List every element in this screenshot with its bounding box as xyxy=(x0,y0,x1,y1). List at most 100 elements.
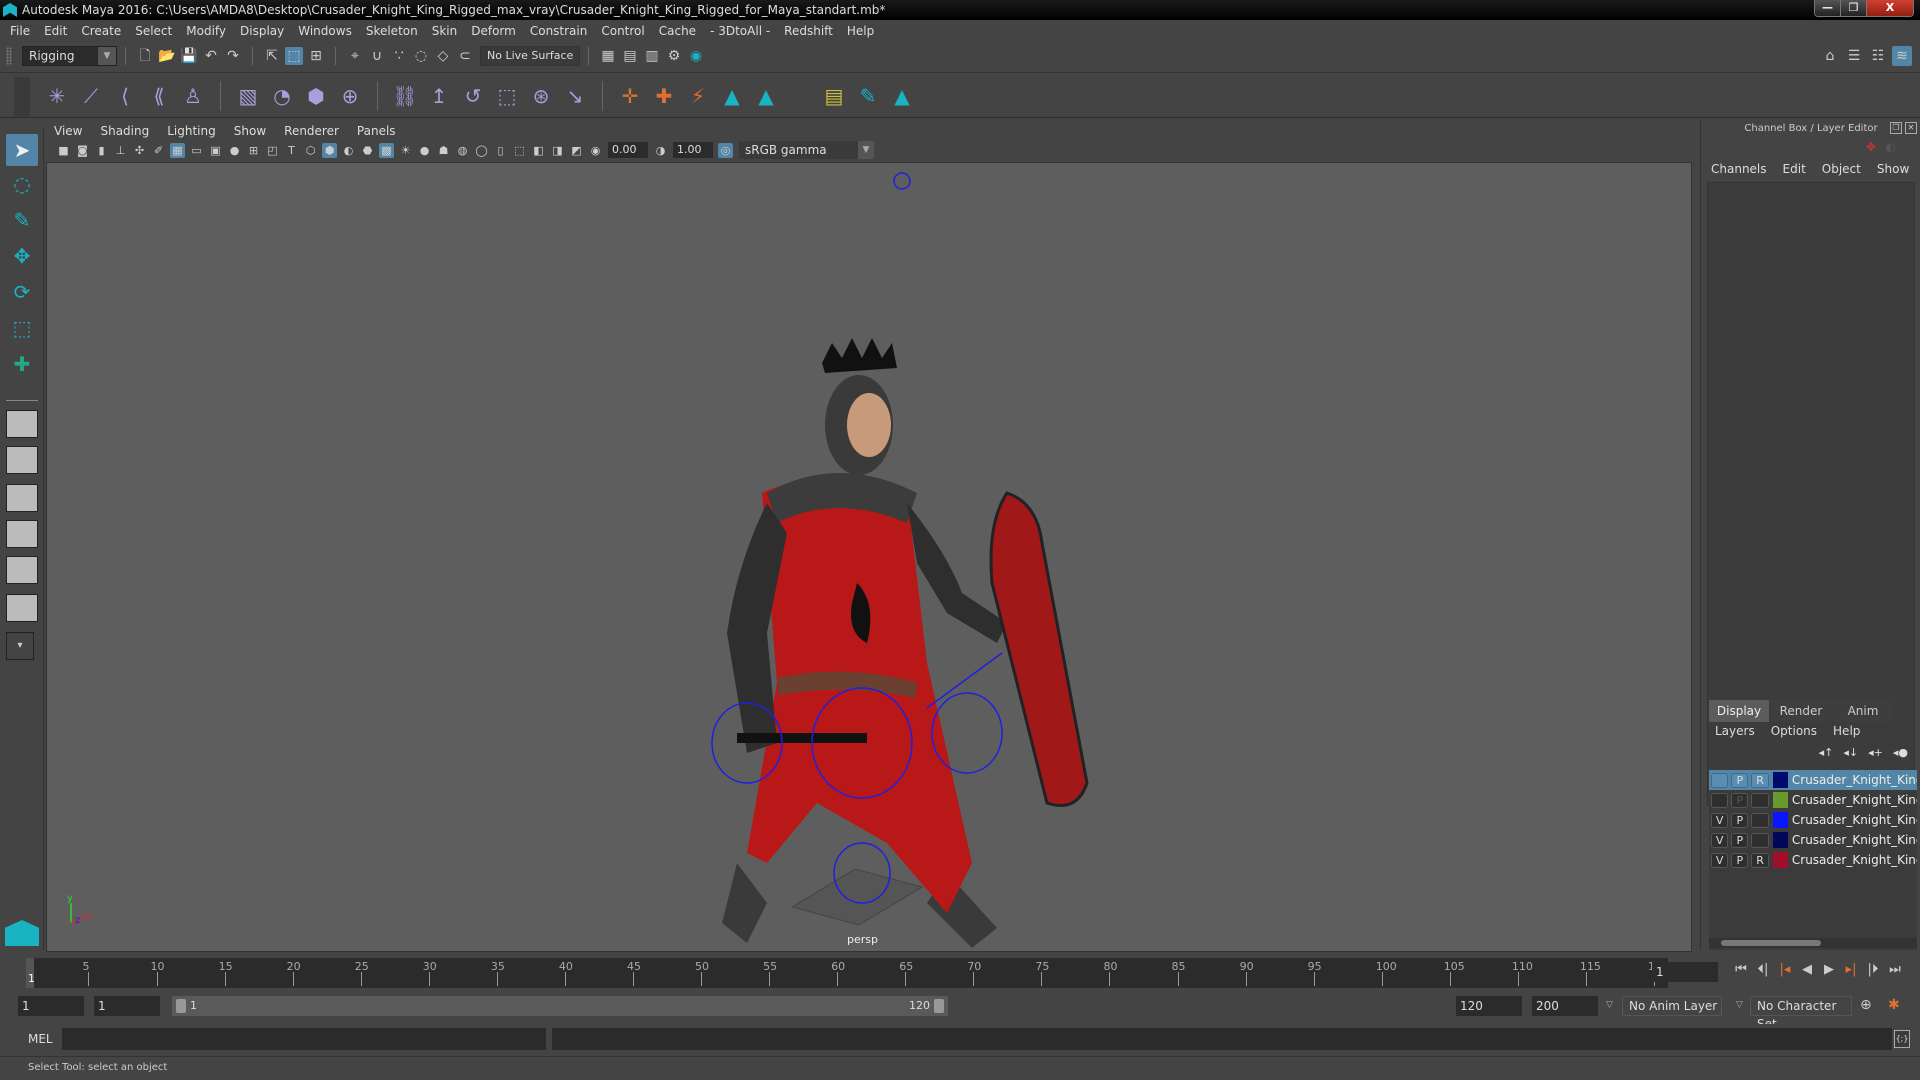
paint-weights-icon[interactable]: ✎ xyxy=(853,81,883,111)
orient-constraint-icon[interactable]: ↺ xyxy=(458,81,488,111)
manipulator-axes-icon[interactable]: ✥ xyxy=(1866,140,1876,154)
speed-icon[interactable]: ◐ xyxy=(1886,140,1896,154)
menu-constrain[interactable]: Constrain xyxy=(530,24,588,38)
shaded-wireframe-icon[interactable]: ⬣ xyxy=(360,143,375,158)
layer-row[interactable]: P R Crusader_Knight_King xyxy=(1709,770,1917,790)
scale-constraint-icon[interactable]: ⬚ xyxy=(492,81,522,111)
new-layer-selected-icon[interactable]: ◂● xyxy=(1893,746,1908,759)
pole-vector-icon[interactable]: ↘ xyxy=(560,81,590,111)
smooth-bind-icon[interactable]: ◔ xyxy=(267,81,297,111)
viewport-persp[interactable]: y z x persp xyxy=(46,162,1692,952)
redo-icon[interactable]: ↷ xyxy=(224,47,242,65)
new-layer-icon[interactable]: ◂+ xyxy=(1868,746,1883,759)
snap-magnet-icon[interactable]: ⊂ xyxy=(456,47,474,65)
locator-icon[interactable]: ✛ xyxy=(615,81,645,111)
persp-graph-outliner-layout-icon[interactable] xyxy=(6,594,38,622)
menu-create[interactable]: Create xyxy=(81,24,121,38)
menu-file[interactable]: File xyxy=(10,24,30,38)
layer-type-toggle[interactable]: R xyxy=(1751,772,1769,788)
select-by-component-icon[interactable]: ⊞ xyxy=(307,47,325,65)
layer-type-toggle[interactable] xyxy=(1751,812,1769,828)
step-forward-frame-icon[interactable]: |⏵ xyxy=(1862,962,1884,977)
channel-box-layers-icon[interactable]: ≋ xyxy=(1892,46,1912,66)
panel-menu-panels[interactable]: Panels xyxy=(357,124,396,138)
gamma-icon[interactable]: ◑ xyxy=(653,143,668,158)
joint-tool-icon[interactable]: ✳ xyxy=(42,81,72,111)
screen-space-ao-icon[interactable]: ☗ xyxy=(436,143,451,158)
move-layer-up-icon[interactable]: ◂↑ xyxy=(1819,746,1834,759)
anim-prefs-icon[interactable]: ✱ xyxy=(1888,997,1900,1013)
insert-joint-icon[interactable]: ⟪ xyxy=(144,81,174,111)
menu-modify[interactable]: Modify xyxy=(186,24,226,38)
bookmark-icon[interactable]: ▮ xyxy=(94,143,109,158)
layer-row[interactable]: V P Crusader_Knight_King xyxy=(1709,830,1917,850)
panel-menu-shading[interactable]: Shading xyxy=(100,124,149,138)
bind-skin-icon[interactable]: ▧ xyxy=(233,81,263,111)
layer-name[interactable]: Crusader_Knight_King xyxy=(1792,833,1917,847)
move-tool-icon[interactable]: ✥ xyxy=(6,240,38,272)
layer-playback-toggle[interactable]: P xyxy=(1731,832,1749,848)
render-current-frame-icon[interactable]: ▤ xyxy=(621,47,639,65)
layer-type-toggle[interactable] xyxy=(1751,792,1769,808)
range-end-handle[interactable] xyxy=(934,999,944,1013)
cb-menu-object[interactable]: Object xyxy=(1822,162,1861,176)
aim-constraint-icon[interactable]: ⊛ xyxy=(526,81,556,111)
paint-select-icon[interactable]: ✎ xyxy=(6,204,38,236)
playback-end-field[interactable]: 120 xyxy=(1456,996,1522,1016)
render-view-icon[interactable]: ▦ xyxy=(599,47,617,65)
lattice-icon[interactable]: ⬢ xyxy=(301,81,331,111)
tab-display[interactable]: Display xyxy=(1709,700,1769,722)
scrollbar-thumb[interactable] xyxy=(1721,940,1821,946)
layer-list-hscrollbar[interactable] xyxy=(1709,938,1917,948)
rotate-tool-icon[interactable]: ⟳ xyxy=(6,276,38,308)
point-constraint-icon[interactable]: ↥ xyxy=(424,81,454,111)
attribute-editor-icon[interactable]: ☰ xyxy=(1844,46,1864,66)
range-start-handle[interactable] xyxy=(176,999,186,1013)
view-transform-dropdown[interactable]: sRGB gamma ▼ xyxy=(739,141,874,159)
ipr-render-icon[interactable]: ▥ xyxy=(643,47,661,65)
menu-cache[interactable]: Cache xyxy=(659,24,696,38)
hypershade-icon[interactable]: ◉ xyxy=(687,47,705,65)
playback-start-field[interactable]: 1 xyxy=(94,996,160,1016)
parent-constraint-icon[interactable]: ⛓ xyxy=(390,81,420,111)
menu-windows[interactable]: Windows xyxy=(298,24,352,38)
script-icon-3[interactable]: ▲ xyxy=(887,81,917,111)
close-button[interactable]: X xyxy=(1867,0,1913,16)
four-pane-layout-icon[interactable] xyxy=(6,446,38,474)
auto-key-icon[interactable]: ⊕ xyxy=(1860,997,1872,1013)
menu-skeleton[interactable]: Skeleton xyxy=(366,24,418,38)
go-to-end-icon[interactable]: ⏭ xyxy=(1884,962,1906,977)
panel-menu-renderer[interactable]: Renderer xyxy=(284,124,339,138)
layer-name[interactable]: Crusader_Knight_King xyxy=(1792,813,1917,827)
maximize-button[interactable]: ❐ xyxy=(1841,0,1867,16)
modeling-toolkit-icon[interactable]: ⌂ xyxy=(1820,46,1840,66)
layer-visibility-toggle[interactable] xyxy=(1711,772,1729,788)
tab-render[interactable]: Render xyxy=(1771,700,1831,722)
cb-menu-edit[interactable]: Edit xyxy=(1783,162,1806,176)
script-icon-2[interactable]: ▲ xyxy=(751,81,781,111)
layer-visibility-toggle[interactable]: V xyxy=(1711,852,1729,868)
time-slider-track[interactable]: 1 5 10 15 20 25 30 35 40 45 50 55 60 65 70 75 80 85 90 95 1… xyxy=(26,958,1669,988)
menu-3dtoall[interactable]: - 3DtoAll - xyxy=(710,24,770,38)
ik-spline-icon[interactable]: ⟨ xyxy=(110,81,140,111)
end-time-field[interactable]: 200 xyxy=(1532,996,1598,1016)
layer-type-toggle[interactable] xyxy=(1751,832,1769,848)
command-input[interactable] xyxy=(62,1028,546,1050)
layer-menu-options[interactable]: Options xyxy=(1771,724,1817,738)
cb-menu-show[interactable]: Show xyxy=(1877,162,1909,176)
layer-menu-layers[interactable]: Layers xyxy=(1715,724,1755,738)
layer-visibility-toggle[interactable]: V xyxy=(1711,832,1729,848)
isolate-select-icon[interactable]: ⬚ xyxy=(512,143,527,158)
live-surface-field[interactable]: No Live Surface xyxy=(480,46,580,66)
default-material-icon[interactable]: ◐ xyxy=(341,143,356,158)
anti-aliasing-icon[interactable]: ◯ xyxy=(474,143,489,158)
menu-control[interactable]: Control xyxy=(601,24,644,38)
layer-row[interactable]: V P R Crusader_Knight_King xyxy=(1709,850,1917,870)
grid-icon[interactable]: ▦ xyxy=(170,142,185,158)
safe-title-icon[interactable]: T xyxy=(284,143,299,158)
layer-visibility-icon[interactable]: ▤ xyxy=(819,81,849,111)
xray-components-icon[interactable]: ◩ xyxy=(569,143,584,158)
snap-point-icon[interactable]: ∵ xyxy=(390,47,408,65)
menu-select[interactable]: Select xyxy=(135,24,172,38)
hypershade-persp-layout-icon[interactable] xyxy=(6,556,38,584)
